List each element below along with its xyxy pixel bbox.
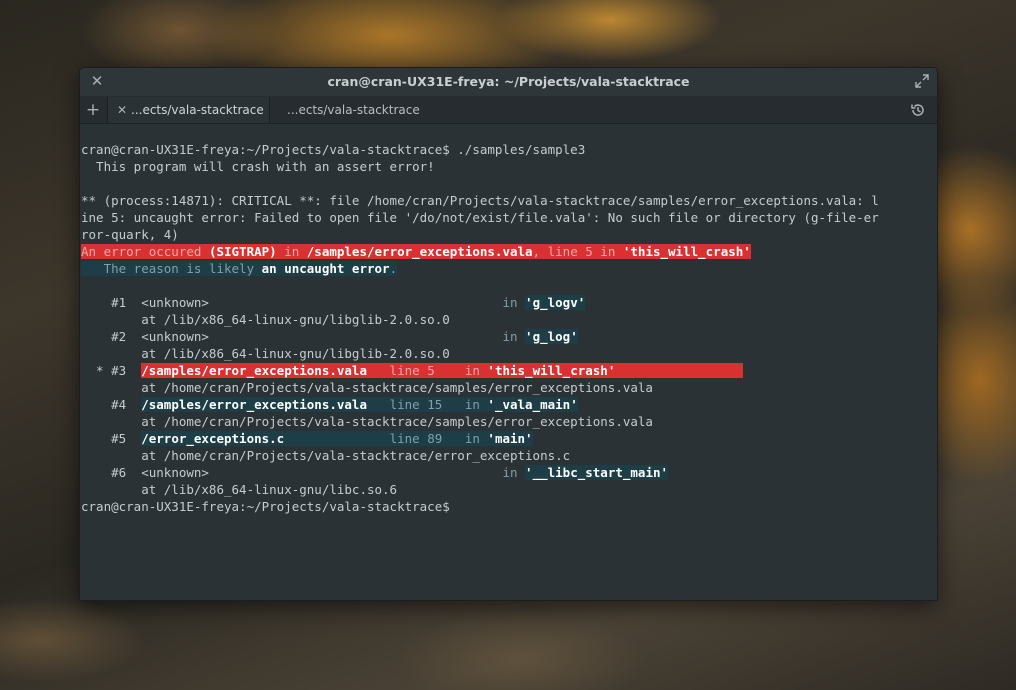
frame-function: 'main' (487, 431, 533, 446)
output-line: ine 5: uncaught error: Failed to open fi… (81, 210, 879, 225)
error-function: 'this_will_crash' (622, 244, 751, 259)
frame-number: #4 (81, 397, 142, 412)
reason-text: The reason is likely (81, 261, 262, 276)
frame-pad (209, 329, 427, 344)
frame-highlight: <unknown> in (141, 329, 525, 344)
frame-pad (209, 465, 427, 480)
maximize-icon[interactable] (913, 72, 931, 90)
frame-file: /samples/error_exceptions.vala (141, 397, 367, 412)
output-line: This program will crash with an assert e… (81, 159, 435, 174)
error-highlight: An error occured (SIGTRAP) in /samples/e… (81, 244, 751, 259)
prompt-line: cran@cran-UX31E-freya:~/Projects/vala-st… (81, 499, 450, 514)
reason-line: The reason is likely an uncaught error. (81, 260, 937, 277)
frame-pad (367, 363, 390, 378)
reason-highlight: The reason is likely an uncaught error. (81, 261, 398, 276)
frame-in: in (464, 431, 488, 446)
stack-frame-line: #2 <unknown> in 'g_log' (81, 328, 937, 345)
frame-number: * #3 (81, 363, 142, 378)
frame-number: #6 (81, 465, 142, 480)
stack-frame-line: #5 /error_exceptions.c line 89 in 'main' (81, 430, 937, 447)
error-text: , line 5 in (532, 244, 623, 259)
error-line: An error occured (SIGTRAP) in /samples/e… (81, 243, 937, 260)
frame-number: #5 (81, 431, 142, 446)
frame-file: <unknown> (141, 329, 209, 344)
prompt-line: cran@cran-UX31E-freya:~/Projects/vala-st… (81, 142, 586, 157)
close-tab-icon[interactable]: ✕ (117, 97, 127, 123)
frame-line-number: line 89 (389, 431, 465, 446)
output-line: ror-quark, 4) (81, 227, 179, 242)
error-text: in (276, 244, 307, 259)
frame-function: '_vala_main' (487, 397, 578, 412)
tab-active[interactable]: ✕ ...ects/vala-stacktrace (107, 97, 270, 123)
terminal-output[interactable]: cran@cran-UX31E-freya:~/Projects/vala-st… (80, 124, 937, 600)
reason-text: . (389, 261, 398, 276)
frame-in: in (502, 295, 526, 310)
frame-highlight-fill (615, 363, 744, 378)
frame-file: /error_exceptions.c (141, 431, 285, 446)
frame-pad (209, 295, 427, 310)
tab-label: ...ects/vala-stacktrace (287, 103, 420, 117)
frame-in: in (464, 363, 488, 378)
plus-icon[interactable]: + (80, 97, 106, 123)
error-file: /samples/error_exceptions.vala (306, 244, 533, 259)
stack-frame-path: at /home/cran/Projects/vala-stacktrace/s… (81, 380, 653, 395)
frame-in: in (464, 397, 488, 412)
stack-frame-path: at /lib/x86_64-linux-gnu/libc.so.6 (81, 482, 398, 497)
frame-function: 'this_will_crash' (487, 363, 616, 378)
stack-frame-path: at /lib/x86_64-linux-gnu/libglib-2.0.so.… (81, 346, 450, 361)
frame-in: in (502, 465, 526, 480)
titlebar: ✕ cran@cran-UX31E-freya: ~/Projects/vala… (80, 68, 937, 97)
stack-frames: #1 <unknown> in 'g_logv' at /lib/x86_64-… (81, 294, 937, 498)
frame-pad (284, 431, 389, 446)
reason-cause: an uncaught error (261, 261, 390, 276)
stack-frame-line: #6 <unknown> in '__libc_start_main' (81, 464, 937, 481)
tab-inactive[interactable]: ...ects/vala-stacktrace (270, 97, 431, 123)
frame-function: 'g_log' (525, 329, 578, 344)
frame-highlight: /samples/error_exceptions.vala line 15 i… (141, 397, 488, 412)
frame-highlight: <unknown> in (141, 465, 525, 480)
stack-frame-line: #1 <unknown> in 'g_logv' (81, 294, 937, 311)
window-title: cran@cran-UX31E-freya: ~/Projects/vala-s… (327, 74, 690, 89)
output-line: ** (process:14871): CRITICAL **: file /h… (81, 193, 879, 208)
frame-line-number: line 15 (389, 397, 465, 412)
error-text: An error occured (81, 244, 209, 259)
frame-number: #2 (81, 329, 142, 344)
tab-bar: + ✕ ...ects/vala-stacktrace ...ects/vala… (80, 97, 937, 124)
frame-pad (367, 397, 390, 412)
frame-highlight: /error_exceptions.c line 89 in (141, 431, 488, 446)
stack-frame-line: #4 /samples/error_exceptions.vala line 1… (81, 396, 937, 413)
frame-function: '__libc_start_main' (525, 465, 669, 480)
frame-file: <unknown> (141, 295, 209, 310)
stack-frame-line: * #3 /samples/error_exceptions.vala line… (81, 362, 937, 379)
frame-number: #1 (81, 295, 142, 310)
tab-label: ...ects/vala-stacktrace (131, 103, 264, 117)
frame-line-number: line 5 (389, 363, 465, 378)
frame-line-number (427, 465, 502, 480)
frame-highlight: /samples/error_exceptions.vala line 5 in (141, 363, 488, 378)
frame-line-number (427, 329, 502, 344)
frame-line-number (427, 295, 502, 310)
frame-in: in (502, 329, 526, 344)
stack-frame-path: at /home/cran/Projects/vala-stacktrace/s… (81, 414, 653, 429)
frame-file: /samples/error_exceptions.vala (141, 363, 367, 378)
frame-highlight: <unknown> in (141, 295, 525, 310)
stack-frame-path: at /lib/x86_64-linux-gnu/libglib-2.0.so.… (81, 312, 450, 327)
frame-file: <unknown> (141, 465, 209, 480)
frame-function: 'g_logv' (525, 295, 586, 310)
history-icon[interactable] (909, 101, 927, 119)
stack-frame-path: at /home/cran/Projects/vala-stacktrace/e… (81, 448, 571, 463)
terminal-window: ✕ cran@cran-UX31E-freya: ~/Projects/vala… (79, 67, 938, 601)
error-signal: (SIGTRAP) (208, 244, 277, 259)
